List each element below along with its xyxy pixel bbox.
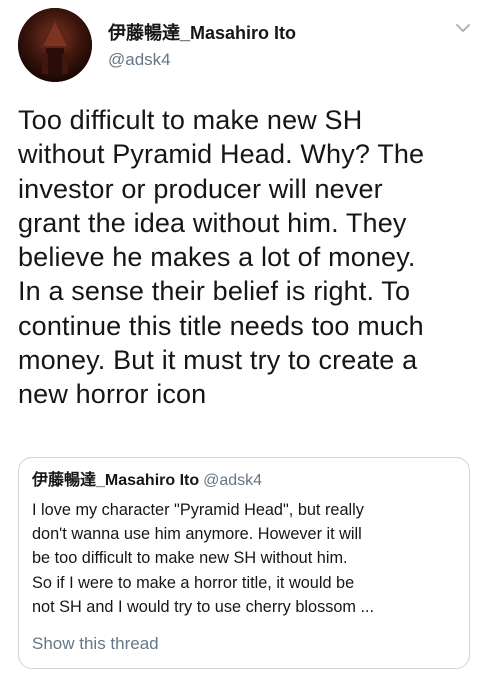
quoted-tweet-card[interactable]: 伊藤暢達_Masahiro Ito @adsk4 I love my charac… <box>18 457 470 669</box>
tweet: 伊藤暢達_Masahiro Ito @adsk4 Too difficult t… <box>0 0 485 678</box>
author-display-name[interactable]: 伊藤暢達_Masahiro Ito <box>108 22 296 44</box>
tweet-header: 伊藤暢達_Masahiro Ito @adsk4 <box>108 22 296 70</box>
pyramid-head-avatar-image <box>18 8 92 82</box>
quoted-tweet-header: 伊藤暢達_Masahiro Ito @adsk4 <box>32 471 262 491</box>
avatar[interactable] <box>18 8 92 82</box>
show-thread-link[interactable]: Show this thread <box>32 634 159 654</box>
quoted-author-display-name: 伊藤暢達_Masahiro Ito <box>32 472 200 489</box>
chevron-down-icon[interactable] <box>454 22 472 36</box>
quoted-tweet-text: I love my character "Pyramid Head", but … <box>32 501 375 616</box>
tweet-text: Too difficult to make new SH without Pyr… <box>18 105 425 410</box>
quoted-author-handle: @adsk4 <box>203 472 263 489</box>
author-handle[interactable]: @adsk4 <box>108 50 296 70</box>
